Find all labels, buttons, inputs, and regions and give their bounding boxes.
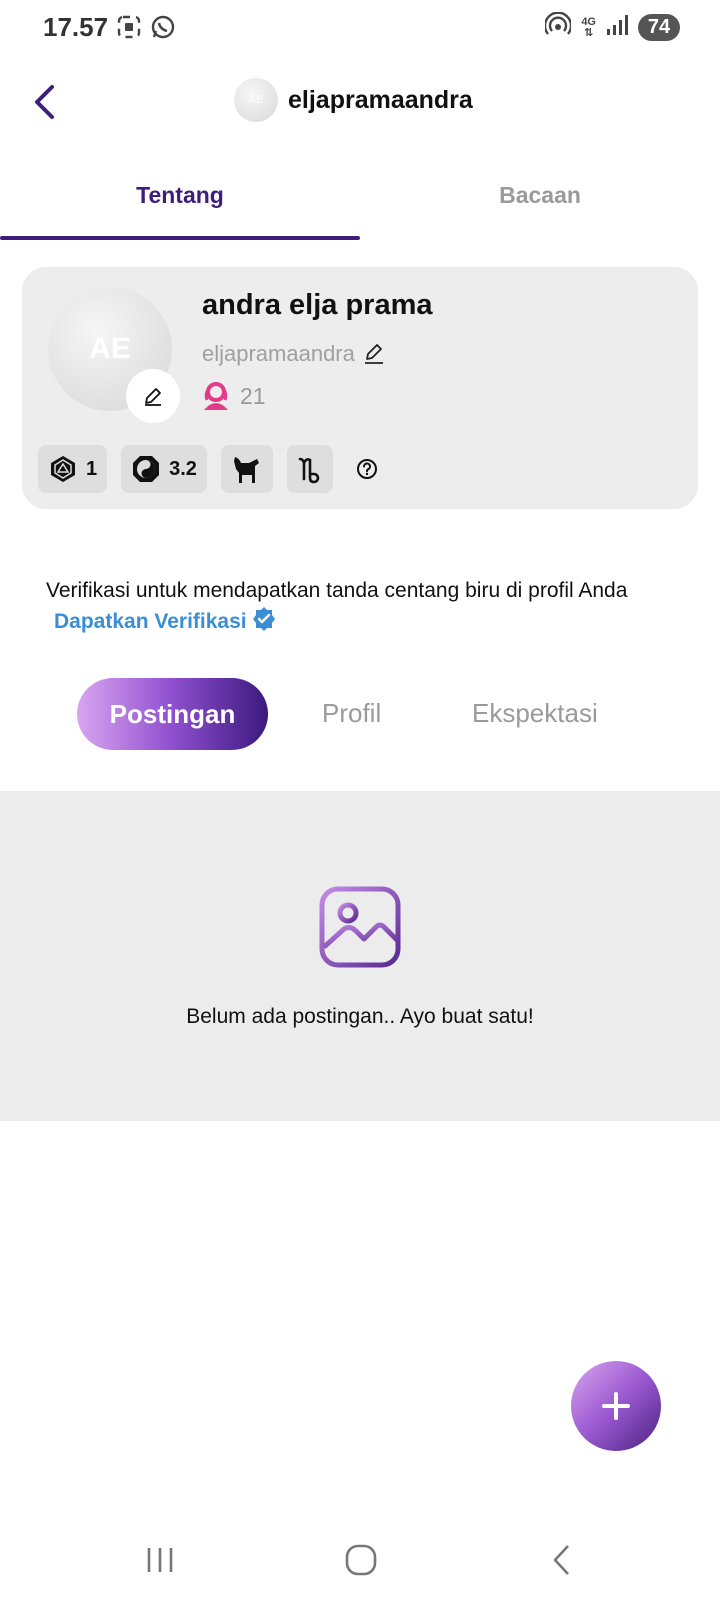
recent-apps-icon: [147, 1548, 173, 1572]
top-tabs: Tentang Bacaan: [0, 160, 720, 244]
home-button[interactable]: [331, 1538, 391, 1582]
whatsapp-icon: [150, 14, 176, 45]
profile-username: eljapramaandra: [202, 341, 355, 366]
badge-yin-yang[interactable]: 3.2: [121, 445, 207, 493]
badges-help-button[interactable]: [347, 445, 387, 493]
status-notification-icons: [116, 14, 176, 45]
header-avatar: AE: [234, 78, 278, 122]
status-system-icons: 4G ⇅ 74: [544, 11, 680, 43]
tab-tentang[interactable]: Tentang: [0, 182, 360, 209]
signal-icon: [606, 14, 628, 41]
badge-dice[interactable]: 1: [38, 445, 108, 493]
tab-indicator: [0, 236, 360, 240]
header-username: eljapramaandra: [288, 85, 473, 114]
verification-notice: Verifikasi untuk mendapatkan tanda centa…: [46, 576, 686, 637]
header-user: AE eljapramaandra: [234, 78, 473, 122]
pencil-icon: [145, 388, 161, 406]
empty-posts-message: Belum ada postingan.. Ayo buat satu!: [186, 1005, 534, 1028]
profile-age-row: 21: [202, 381, 266, 411]
network-type: 4G ⇅: [581, 15, 596, 39]
verification-text: Verifikasi untuk mendapatkan tanda centa…: [46, 579, 628, 602]
image-placeholder-icon: [319, 886, 401, 968]
female-user-icon: [204, 382, 228, 410]
back-button[interactable]: [24, 80, 64, 124]
badge-capricorn[interactable]: [286, 445, 333, 493]
tab-postingan[interactable]: Postingan: [77, 678, 268, 750]
recent-apps-button[interactable]: [130, 1538, 190, 1582]
yin-yang-icon: [133, 456, 160, 482]
profile-card: AE andra elja prama eljapramaandra 21 1 …: [22, 267, 698, 509]
capricorn-icon: [298, 457, 320, 484]
verified-badge-icon: [252, 607, 275, 631]
dice-icon: [51, 456, 75, 482]
profile-age: 21: [240, 382, 266, 409]
screenshot-icon: [116, 14, 142, 45]
battery-level: 74: [638, 14, 680, 41]
app-header: AE eljapramaandra: [0, 70, 720, 134]
chevron-left-icon: [35, 85, 54, 119]
pencil-icon: [364, 344, 383, 364]
hotspot-icon: [544, 11, 573, 43]
tab-ekspektasi[interactable]: Ekspektasi: [472, 698, 598, 729]
system-navigation-bar: [0, 1520, 720, 1600]
edit-username-button[interactable]: [363, 343, 385, 365]
badge-goat[interactable]: [220, 445, 273, 493]
get-verification-link[interactable]: Dapatkan Verifikasi: [54, 607, 277, 633]
badge-dice-value: 1: [86, 457, 98, 480]
goat-icon: [233, 457, 259, 483]
badges-row: 1 3.2: [38, 445, 387, 493]
badge-yin-yang-value: 3.2: [169, 457, 197, 480]
create-post-button[interactable]: [571, 1361, 661, 1451]
profile-name: andra elja prama: [202, 289, 433, 321]
plus-icon: [602, 1392, 630, 1420]
status-bar: 17.57 4G ⇅ 74: [0, 0, 720, 56]
back-icon: [553, 1545, 569, 1575]
system-back-button[interactable]: [532, 1538, 592, 1582]
profile-username-row: eljapramaandra: [202, 341, 385, 367]
content-tabs: Postingan Profil Ekspektasi: [0, 678, 720, 750]
tab-bacaan[interactable]: Bacaan: [360, 182, 720, 209]
edit-avatar-button[interactable]: [126, 369, 180, 423]
status-time: 17.57: [43, 12, 109, 42]
posts-empty-state: Belum ada postingan.. Ayo buat satu!: [0, 791, 720, 1121]
home-icon: [345, 1544, 377, 1576]
question-icon: [356, 459, 377, 479]
tab-profil[interactable]: Profil: [322, 698, 381, 729]
